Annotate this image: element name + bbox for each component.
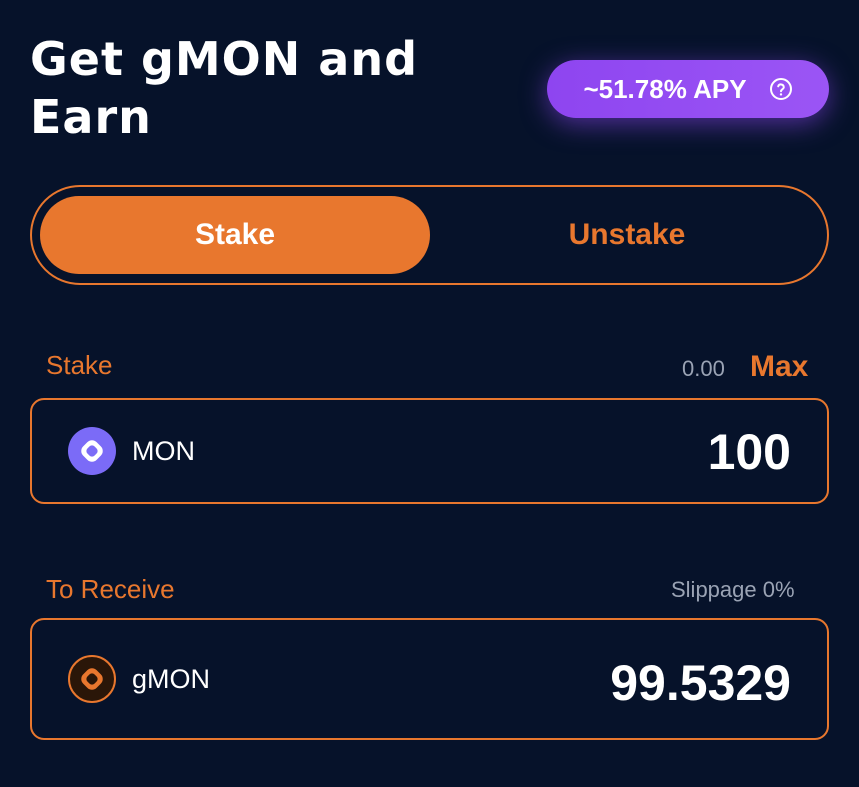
mon-token-icon	[68, 427, 116, 475]
stake-amount-input[interactable]	[391, 422, 791, 482]
title-line-2: Earn	[30, 90, 152, 144]
receive-section-label: To Receive	[46, 574, 175, 604]
question-circle-icon[interactable]	[769, 77, 793, 101]
stake-section-label: Stake	[46, 350, 113, 380]
max-button[interactable]: Max	[750, 350, 808, 384]
stake-token-name: MON	[132, 436, 195, 466]
apy-badge[interactable]: ~51.78% APY	[547, 60, 829, 118]
apy-label: ~51.78% APY	[583, 73, 747, 104]
slippage-info: Slippage 0%	[671, 577, 795, 602]
tab-stake[interactable]: Stake	[40, 196, 430, 274]
gmon-token-icon	[68, 655, 116, 703]
receive-amount: 99.5329	[610, 655, 791, 711]
stake-panel: Get gMON and Earn ~51.78% APY Stake Unst…	[0, 0, 859, 787]
tab-unstake[interactable]: Unstake	[432, 196, 822, 274]
stake-unstake-toggle: Stake Unstake	[30, 185, 829, 285]
stake-balance: 0.00	[682, 356, 725, 381]
receive-amount-field: gMON 99.5329	[30, 618, 829, 740]
page-title: Get gMON and Earn	[30, 30, 460, 146]
receive-token-name: gMON	[132, 664, 211, 694]
title-line-1: Get gMON and	[30, 32, 418, 86]
stake-amount-field: MON	[30, 398, 829, 504]
